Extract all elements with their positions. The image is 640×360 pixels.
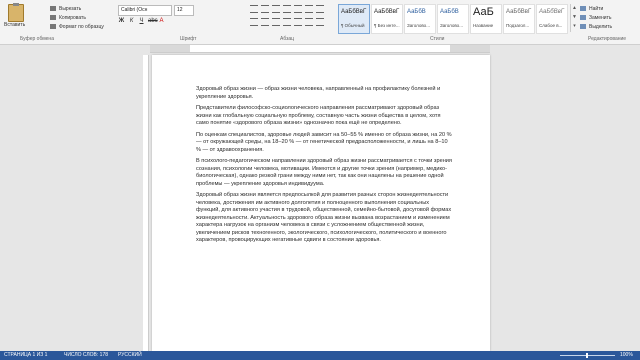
numbering-icon[interactable]: [261, 5, 269, 13]
font-name-select[interactable]: Calibri (Осн: [118, 5, 172, 16]
align-right-icon[interactable]: [272, 18, 280, 26]
font-size-select[interactable]: 12: [174, 5, 194, 16]
pilcrow-icon[interactable]: [316, 5, 324, 13]
styles-group-label: Стили: [430, 36, 445, 42]
replace-label: Заменить: [589, 14, 612, 21]
clipboard-group-label: Буфер обмена: [20, 36, 54, 42]
document-paragraph: Представители философско-социологическог…: [196, 105, 441, 126]
align-center-icon[interactable]: [261, 18, 269, 26]
replace-button[interactable]: Заменить: [580, 13, 612, 22]
scissors-icon: [50, 6, 56, 11]
style-title[interactable]: АаБ Название: [470, 4, 502, 34]
bold-button[interactable]: Ж: [118, 18, 125, 24]
copy-icon: [50, 15, 56, 20]
decrease-indent-icon[interactable]: [283, 5, 291, 13]
paragraph-group-label: Абзац: [280, 36, 295, 42]
vertical-ruler[interactable]: [143, 55, 149, 351]
style-name: Заголово...: [440, 23, 463, 28]
style-name: Название: [473, 23, 494, 28]
style-no-spacing[interactable]: АаБбВвГ ¶ Без инте...: [371, 4, 403, 34]
style-sample: АаБбВ: [407, 9, 426, 15]
word-count[interactable]: ЧИСЛО СЛОВ: 178: [64, 351, 108, 360]
status-bar: СТРАНИЦА 1 ИЗ 1 ЧИСЛО СЛОВ: 178 РУССКИЙ …: [0, 351, 640, 360]
find-button[interactable]: Найти: [580, 4, 612, 13]
select-label: Выделить: [589, 23, 613, 30]
bullets-icon[interactable]: [250, 5, 258, 13]
multilevel-list-icon[interactable]: [272, 5, 280, 13]
zoom-level[interactable]: 100%: [620, 351, 633, 360]
document-body[interactable]: Здоровый образ жизни — образ жизни челов…: [196, 86, 454, 249]
increase-indent-icon[interactable]: [294, 5, 302, 13]
editing-group-label: Редактирование: [588, 36, 627, 42]
style-sample: АаБбВ: [440, 9, 459, 15]
search-icon: [580, 6, 586, 11]
paste-icon: [8, 3, 24, 22]
select-icon: [580, 24, 586, 29]
style-heading-1[interactable]: АаБбВ Заголово...: [404, 4, 436, 34]
document-paragraph: По оценкам специалистов, здоровье людей …: [196, 131, 452, 153]
language-indicator[interactable]: РУССКИЙ: [118, 351, 142, 360]
style-sample: АаБбВвГ: [374, 9, 400, 15]
ruler-margin-right: [450, 45, 490, 52]
ribbon: Вставить Вырезать Копировать Формат по о…: [0, 0, 640, 45]
brush-icon: [50, 24, 56, 29]
style-sample: АаБбВвГ: [506, 9, 532, 15]
style-name: Заголово...: [407, 23, 430, 28]
copy-button[interactable]: Копировать: [50, 13, 104, 22]
copy-label: Копировать: [59, 14, 86, 21]
italic-button[interactable]: К: [128, 18, 135, 24]
styles-scroll[interactable]: ▲ ▼ ▾: [570, 4, 578, 32]
horizontal-ruler[interactable]: [150, 45, 490, 53]
replace-icon: [580, 15, 586, 20]
style-name: Подзагол...: [506, 23, 530, 28]
styles-gallery: АаБбВвГ ¶ Обычный АаБбВвГ ¶ Без инте... Аа…: [338, 4, 569, 34]
cut-button[interactable]: Вырезать: [50, 4, 104, 13]
underline-button[interactable]: Ч: [138, 18, 145, 24]
sort-icon[interactable]: [305, 5, 313, 13]
cut-label: Вырезать: [59, 5, 82, 12]
select-button[interactable]: Выделить: [580, 22, 612, 31]
document-paragraph: Здоровый образ жизни является предпосылк…: [196, 192, 452, 243]
shading-icon[interactable]: [305, 18, 313, 26]
page-count[interactable]: СТРАНИЦА 1 ИЗ 1: [4, 351, 47, 360]
style-heading-2[interactable]: АаБбВ Заголово...: [437, 4, 469, 34]
find-label: Найти: [589, 5, 604, 12]
align-left-icon[interactable]: [250, 18, 258, 26]
style-subtle-emphasis[interactable]: АаБбВвГ Слабое в...: [536, 4, 568, 34]
borders-icon[interactable]: [316, 18, 324, 26]
line-spacing-icon[interactable]: [294, 18, 302, 26]
style-sample: АаБ: [473, 6, 494, 18]
font-color-button[interactable]: A: [158, 18, 165, 24]
format-painter-label: Формат по образцу: [59, 23, 104, 30]
zoom-slider-thumb[interactable]: [586, 353, 588, 358]
paste-label: Вставить: [4, 22, 26, 28]
document-paragraph: В психолого-педагогическом направлении з…: [196, 158, 452, 187]
strikethrough-button[interactable]: abc: [148, 18, 158, 24]
ruler-margin-left: [150, 45, 190, 52]
style-name: ¶ Без инте...: [374, 23, 400, 28]
style-subtitle[interactable]: АаБбВвГ Подзагол...: [503, 4, 535, 34]
style-name: ¶ Обычный: [341, 23, 365, 28]
font-group-label: Шрифт: [180, 36, 197, 42]
justify-icon[interactable]: [283, 18, 291, 26]
style-name: Слабое в...: [539, 23, 563, 28]
style-normal[interactable]: АаБбВвГ ¶ Обычный: [338, 4, 370, 34]
format-painter-button[interactable]: Формат по образцу: [50, 22, 104, 31]
style-sample: АаБбВвГ: [341, 9, 367, 15]
style-sample: АаБбВвГ: [539, 9, 565, 15]
document-paragraph: Здоровый образ жизни — образ жизни челов…: [196, 86, 441, 100]
paste-button[interactable]: Вставить: [2, 2, 48, 32]
